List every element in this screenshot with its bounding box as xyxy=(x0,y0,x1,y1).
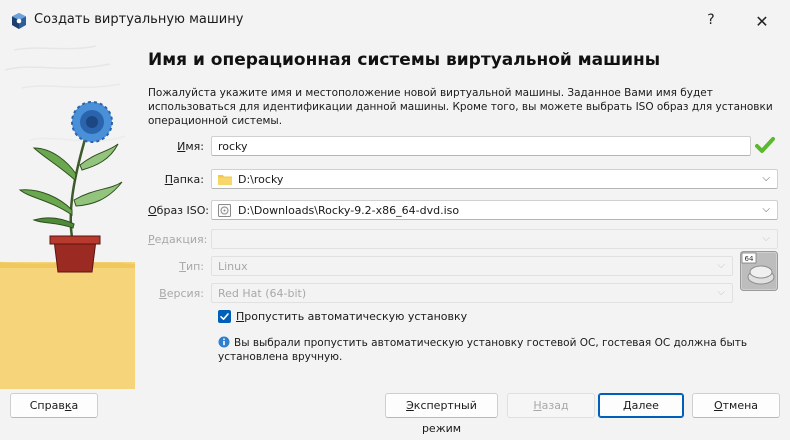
skip-unattended-checkbox[interactable] xyxy=(218,310,231,323)
chevron-down-icon: ⌵ xyxy=(762,173,770,184)
next-button[interactable]: Далее xyxy=(598,393,684,418)
chevron-down-icon: ⌵ xyxy=(717,287,725,298)
window-title: Создать виртуальную машину xyxy=(34,12,244,27)
button-bar: Справка Экспертный режим Назад Далее Отм… xyxy=(0,389,790,435)
plant-illustration xyxy=(0,45,135,389)
os-bitness-badge: 64 xyxy=(745,255,754,263)
page-title: Имя и операционная системы виртуальной м… xyxy=(148,50,661,70)
type-label: Тип: xyxy=(179,260,204,273)
back-button[interactable]: Назад xyxy=(507,393,595,418)
iso-value: D:\Downloads\Rocky-9.2-x86_64-dvd.iso xyxy=(238,204,460,217)
os-type-icon: 64 xyxy=(740,251,778,291)
title-bar: Создать виртуальную машину ? ✕ xyxy=(0,0,790,40)
virtualbox-icon xyxy=(12,13,26,29)
iso-select[interactable]: D:\Downloads\Rocky-9.2-x86_64-dvd.iso ⌵ xyxy=(211,200,778,220)
name-label: Имя: xyxy=(177,140,204,153)
name-value: rocky xyxy=(218,140,248,153)
chevron-down-icon: ⌵ xyxy=(762,204,770,215)
cancel-button[interactable]: Отмена xyxy=(692,393,780,418)
help-title-button[interactable]: ? xyxy=(700,12,722,30)
chevron-down-icon: ⌵ xyxy=(717,260,725,271)
skip-unattended-label[interactable]: Пропустить автоматическую установку xyxy=(236,310,467,323)
info-icon xyxy=(218,336,230,348)
close-button[interactable]: ✕ xyxy=(751,12,773,31)
edition-select[interactable]: ⌵ xyxy=(211,229,778,249)
folder-select[interactable]: D:\rocky ⌵ xyxy=(211,169,778,189)
version-value: Red Hat (64-bit) xyxy=(218,287,307,300)
info-message: Вы выбрали пропустить автоматическую уст… xyxy=(218,337,748,363)
wizard-illustration xyxy=(0,40,135,389)
checkmark-icon xyxy=(220,313,229,320)
name-input[interactable]: rocky xyxy=(211,136,751,156)
page-description: Пожалуйста укажите имя и местоположение … xyxy=(148,87,773,127)
chevron-down-icon: ⌵ xyxy=(762,233,770,244)
folder-label: Папка: xyxy=(164,173,204,186)
wizard-page: Имя и операционная системы виртуальной м… xyxy=(148,40,790,389)
version-label: Версия: xyxy=(159,287,204,300)
iso-label: Образ ISO: xyxy=(148,204,209,217)
help-button[interactable]: Справка xyxy=(10,393,98,418)
version-select[interactable]: Red Hat (64-bit) ⌵ xyxy=(211,283,733,303)
type-value: Linux xyxy=(218,260,248,273)
edition-label: Редакция: xyxy=(148,233,208,246)
folder-value: D:\rocky xyxy=(238,173,284,186)
disc-image-icon xyxy=(218,204,231,217)
expert-mode-button[interactable]: Экспертный режим xyxy=(385,393,498,435)
type-select[interactable]: Linux ⌵ xyxy=(211,256,733,276)
folder-icon xyxy=(218,175,232,185)
valid-check-icon xyxy=(755,137,775,153)
